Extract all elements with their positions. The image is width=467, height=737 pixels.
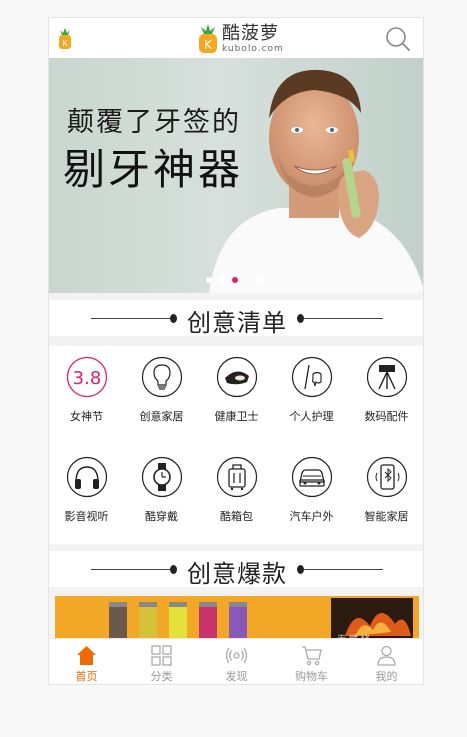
nav-label: 购物车 <box>295 670 328 683</box>
category-label: 智能家居 <box>364 510 409 523</box>
smartphone-icon <box>366 456 408 498</box>
section-title-creative-list: 创意清单 <box>49 300 423 337</box>
nav-category[interactable]: 分类 <box>124 639 199 684</box>
grid-icon <box>151 645 172 666</box>
section-title-hot-items: 创意爆款 <box>49 551 423 588</box>
banner-dot[interactable] <box>245 277 251 283</box>
pineapple-logo-icon[interactable]: K <box>57 28 73 50</box>
health-mask-icon <box>216 356 258 398</box>
logo-sub-text: kubolo.com <box>222 43 284 54</box>
nav-label: 分类 <box>150 670 173 683</box>
category-label: 影音视听 <box>64 510 109 523</box>
svg-text:K: K <box>62 39 68 48</box>
svg-text:3.8: 3.8 <box>73 368 102 389</box>
headphones-icon <box>66 456 108 498</box>
category-health[interactable]: 健康卫士 <box>199 356 274 436</box>
home-icon <box>77 646 96 665</box>
category-label: 健康卫士 <box>214 410 259 423</box>
category-label: 酷穿戴 <box>145 510 178 523</box>
nav-label: 发现 <box>225 670 248 683</box>
category-label: 汽车户外 <box>289 510 334 523</box>
category-wearables[interactable]: 酷穿戴 <box>124 456 199 536</box>
nav-discover[interactable]: 发现 <box>199 639 274 684</box>
category-digital-accessories[interactable]: 数码配件 <box>349 356 423 436</box>
category-label: 女神节 <box>70 410 103 423</box>
banner-model-image <box>209 69 423 293</box>
banner-dot[interactable] <box>206 277 212 283</box>
category-womens-day[interactable]: 3.8 女神节 <box>49 356 124 436</box>
user-icon <box>377 645 396 666</box>
lightbulb-icon <box>141 356 183 398</box>
category-creative-home[interactable]: 创意家居 <box>124 356 199 436</box>
category-smart-home[interactable]: 智能家居 <box>349 456 423 536</box>
section-title-text: 创意爆款 <box>187 560 287 588</box>
svg-text:K: K <box>204 38 213 52</box>
top-header: K K 酷菠萝 kubolo.com <box>49 18 423 58</box>
watch-icon <box>141 456 183 498</box>
banner-dot-active[interactable] <box>232 277 238 283</box>
womens-day-3-8-icon: 3.8 <box>66 356 108 398</box>
category-label: 个人护理 <box>289 410 334 423</box>
app-window: K K 酷菠萝 kubolo.com 颠覆了牙签的 剔牙神器 创意清单 3.8 … <box>48 17 424 685</box>
banner-dot[interactable] <box>219 277 225 283</box>
nav-cart[interactable]: 购物车 <box>274 639 349 684</box>
bottom-nav: 首页 分类 发现 购物车 我的 <box>49 638 423 684</box>
category-audio-video[interactable]: 影音视听 <box>49 456 124 536</box>
category-bags[interactable]: 酷箱包 <box>199 456 274 536</box>
search-icon[interactable] <box>385 26 411 52</box>
banner-pagination <box>206 277 264 283</box>
tripod-icon <box>366 356 408 398</box>
category-label: 酷箱包 <box>220 510 253 523</box>
section-title-text: 创意清单 <box>187 309 287 337</box>
nav-label: 我的 <box>375 670 398 683</box>
site-logo[interactable]: K 酷菠萝 kubolo.com <box>197 22 284 56</box>
luggage-icon <box>216 456 258 498</box>
category-personal-care[interactable]: 个人护理 <box>274 356 349 436</box>
category-label: 创意家居 <box>139 410 184 423</box>
nav-home[interactable]: 首页 <box>49 639 124 684</box>
nav-profile[interactable]: 我的 <box>349 639 423 684</box>
cart-icon <box>302 646 322 666</box>
hero-banner[interactable]: 颠覆了牙签的 剔牙神器 <box>49 58 423 293</box>
toothbrush-icon <box>291 356 333 398</box>
car-icon <box>291 456 333 498</box>
banner-dot[interactable] <box>258 277 264 283</box>
discover-icon <box>226 647 247 664</box>
logo-main-text: 酷菠萝 <box>222 22 279 44</box>
category-grid: 3.8 女神节 创意家居 健康卫士 个人护理 数码配件 影音视听 酷穿戴 酷箱包… <box>49 346 423 544</box>
pineapple-logo-icon: K <box>199 24 217 53</box>
category-label: 数码配件 <box>364 410 409 423</box>
category-car-outdoor[interactable]: 汽车户外 <box>274 456 349 536</box>
nav-label: 首页 <box>75 670 98 683</box>
